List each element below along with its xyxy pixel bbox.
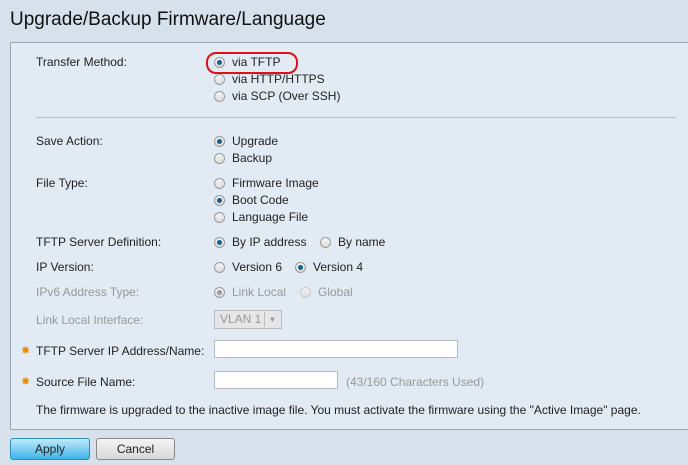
radio-by-name[interactable]: By name <box>320 235 385 249</box>
option-label: Global <box>318 285 353 299</box>
option-label: via SCP (Over SSH) <box>232 89 341 103</box>
ipv6-type-label: IPv6 Address Type: <box>36 285 140 299</box>
option-label: Firmware Image <box>232 176 319 190</box>
option-label: Boot Code <box>232 193 289 207</box>
radio-via-tftp[interactable]: via TFTP <box>214 55 280 69</box>
character-counter: (43/160 Characters Used) <box>346 375 485 389</box>
radio-backup[interactable]: Backup <box>214 151 272 165</box>
page-title: Upgrade/Backup Firmware/Language <box>10 9 326 30</box>
radio-icon <box>300 286 311 298</box>
radio-icon <box>214 194 225 206</box>
radio-boot-code[interactable]: Boot Code <box>214 193 289 207</box>
radio-icon <box>214 211 225 223</box>
radio-via-http[interactable]: via HTTP/HTTPS <box>214 72 325 86</box>
radio-icon <box>214 177 225 189</box>
radio-icon <box>214 261 225 273</box>
option-label: via TFTP <box>232 55 281 69</box>
server-ip-label: TFTP Server IP Address/Name: <box>36 344 205 358</box>
link-local-interface-label: Link Local Interface: <box>36 313 144 327</box>
divider <box>36 117 676 118</box>
radio-icon <box>320 236 331 248</box>
source-file-label: Source File Name: <box>36 375 136 389</box>
option-label: By IP address <box>232 235 307 249</box>
radio-icon <box>214 73 225 85</box>
link-local-interface-select[interactable]: VLAN 1 ▼ <box>214 310 282 329</box>
cancel-button[interactable]: Cancel <box>96 438 175 460</box>
radio-icon <box>295 261 306 273</box>
radio-icon <box>214 135 225 147</box>
ip-version-label: IP Version: <box>36 260 94 274</box>
radio-icon <box>214 236 225 248</box>
server-ip-input[interactable] <box>214 340 458 358</box>
radio-upgrade[interactable]: Upgrade <box>214 134 278 148</box>
option-label: Upgrade <box>232 134 279 148</box>
radio-link-local[interactable]: Link Local <box>214 285 286 299</box>
radio-language-file[interactable]: Language File <box>214 210 308 224</box>
apply-button[interactable]: Apply <box>10 438 90 460</box>
radio-icon <box>214 286 225 298</box>
option-label: Backup <box>232 151 273 165</box>
option-label: Link Local <box>232 285 287 299</box>
file-type-label: File Type: <box>36 176 88 190</box>
radio-icon <box>214 56 225 68</box>
server-definition-label: TFTP Server Definition: <box>36 235 162 249</box>
radio-via-scp[interactable]: via SCP (Over SSH) <box>214 89 340 103</box>
source-file-input[interactable] <box>214 371 338 389</box>
required-icon: ✸ <box>21 345 31 357</box>
radio-version-4[interactable]: Version 4 <box>295 260 363 274</box>
radio-icon <box>214 90 225 102</box>
option-label: Version 6 <box>232 260 283 274</box>
radio-by-ip[interactable]: By IP address <box>214 235 306 249</box>
option-label: Version 4 <box>313 260 364 274</box>
radio-version-6[interactable]: Version 6 <box>214 260 282 274</box>
option-label: via HTTP/HTTPS <box>232 72 325 86</box>
transfer-method-label: Transfer Method: <box>36 55 127 69</box>
radio-global[interactable]: Global <box>300 285 353 299</box>
option-label: By name <box>338 235 386 249</box>
save-action-label: Save Action: <box>36 134 103 148</box>
select-value: VLAN 1 <box>220 312 262 326</box>
radio-icon <box>214 152 225 164</box>
option-label: Language File <box>232 210 309 224</box>
radio-firmware-image[interactable]: Firmware Image <box>214 176 319 190</box>
firmware-note: The firmware is upgraded to the inactive… <box>36 403 641 417</box>
chevron-down-icon: ▼ <box>264 312 280 327</box>
required-icon: ✸ <box>21 376 31 388</box>
